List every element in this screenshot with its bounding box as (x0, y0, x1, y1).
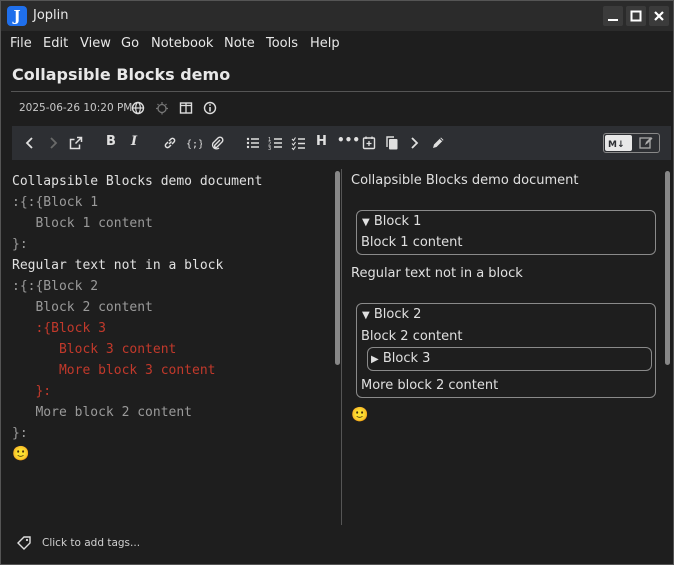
close-button[interactable] (649, 6, 669, 26)
forward-arrow-icon[interactable] (45, 135, 61, 151)
layout-toggle-icon[interactable] (179, 101, 193, 115)
editor-line: :{:{Block 2 (12, 279, 99, 294)
attachment-icon[interactable] (209, 135, 225, 151)
editor-line: Block 2 content (12, 300, 153, 315)
editor-line: Block 3 content (12, 342, 177, 357)
block-1-summary[interactable]: ▼ Block 1 (362, 214, 421, 229)
collapsible-block-2: ▼ Block 2 Block 2 content ▶ Block 3 More… (356, 303, 656, 398)
menu-bar: File Edit View Go Notebook Note Tools He… (1, 31, 673, 57)
viewer-regular-text: Regular text not in a block (351, 266, 523, 281)
collapsible-block-1: ▼ Block 1 Block 1 content (356, 210, 656, 255)
editor-emoji: 🙂 (12, 446, 30, 462)
title-divider (11, 91, 671, 92)
svg-text:{;}: {;} (186, 139, 202, 150)
menu-note[interactable]: Note (224, 36, 255, 51)
expanded-triangle-icon: ▼ (362, 217, 370, 228)
checklist-icon[interactable] (291, 135, 307, 151)
numbered-list-icon[interactable]: 123 (268, 135, 284, 151)
copy-icon[interactable] (384, 135, 400, 151)
block-2-content: Block 2 content (361, 329, 463, 344)
editor-line: }: (12, 237, 28, 252)
editor-line: Regular text not in a block (12, 258, 224, 273)
horizontal-rule-button[interactable]: ••• (337, 133, 360, 147)
globe-icon[interactable] (131, 101, 145, 115)
title-bar: J Joplin (1, 1, 673, 31)
block-3-summary-label: Block 3 (382, 351, 431, 366)
editor-line: :{Block 3 (12, 321, 106, 336)
block-3-summary[interactable]: ▶ Block 3 (371, 351, 430, 366)
code-icon[interactable]: {;} (186, 135, 202, 151)
joplin-window: J Joplin File Edit View Go Notebook Note… (0, 0, 674, 565)
menu-go[interactable]: Go (121, 36, 139, 51)
rich-text-edit-icon[interactable] (638, 135, 654, 151)
minimize-button[interactable] (603, 6, 623, 26)
svg-text:3: 3 (268, 146, 271, 151)
menu-file[interactable]: File (10, 36, 32, 51)
bulleted-list-icon[interactable] (245, 135, 261, 151)
editor-line: }: (12, 384, 52, 399)
insert-date-icon[interactable] (361, 135, 377, 151)
editor-line: :{:{Block 1 (12, 195, 99, 210)
menu-edit[interactable]: Edit (43, 36, 68, 51)
heading-button[interactable]: H (316, 134, 327, 149)
editor-line: More block 2 content (12, 405, 193, 420)
block-2-more-content: More block 2 content (361, 378, 499, 393)
editor-line: }: (12, 426, 28, 441)
window-title: Joplin (33, 8, 69, 23)
minimize-icon (608, 19, 618, 21)
markdown-editor[interactable]: Collapsible Blocks demo document :{:{Blo… (12, 163, 342, 525)
back-arrow-icon[interactable] (22, 135, 38, 151)
menu-help[interactable]: Help (310, 36, 340, 51)
viewer-scrollbar[interactable] (665, 171, 670, 365)
markdown-toggle-button[interactable]: M↓ (605, 135, 632, 151)
editor-scrollbar[interactable] (335, 171, 340, 365)
menu-tools[interactable]: Tools (266, 36, 298, 51)
block-1-content: Block 1 content (361, 235, 463, 250)
pencil-icon[interactable] (430, 135, 446, 151)
collapsed-triangle-icon: ▶ (371, 354, 379, 365)
info-icon[interactable] (203, 101, 217, 115)
add-tags-button[interactable]: Click to add tags... (42, 537, 140, 549)
pane-divider[interactable] (341, 169, 342, 525)
chevron-right-icon[interactable] (406, 135, 422, 151)
close-icon (654, 11, 664, 21)
external-edit-icon[interactable] (68, 135, 84, 151)
editor-layout-toggle[interactable]: M↓ (603, 133, 660, 153)
block-2-summary[interactable]: ▼ Block 2 (362, 307, 421, 322)
editor-line: Collapsible Blocks demo document (12, 174, 263, 189)
markdown-icon: M↓ (608, 140, 625, 150)
note-title-input[interactable]: Collapsible Blocks demo (12, 65, 230, 84)
block-2-summary-label: Block 2 (373, 307, 422, 322)
bold-button[interactable]: B (106, 134, 116, 149)
joplin-logo-icon: J (7, 6, 27, 26)
alarm-icon[interactable] (155, 101, 169, 115)
block-1-summary-label: Block 1 (373, 214, 422, 229)
svg-text:M↓: M↓ (608, 140, 625, 150)
maximize-button[interactable] (626, 6, 646, 26)
note-date[interactable]: 2025-06-26 10:20 PM (19, 102, 132, 114)
menu-view[interactable]: View (80, 36, 111, 51)
viewer-heading: Collapsible Blocks demo document (351, 173, 579, 188)
tag-icon[interactable] (16, 535, 32, 551)
maximize-icon (630, 10, 642, 22)
editor-toolbar: B I {;} 123 H ••• (12, 126, 671, 160)
editor-line: More block 3 content (12, 363, 216, 378)
expanded-triangle-icon: ▼ (362, 310, 370, 321)
editor-line: Block 1 content (12, 216, 153, 231)
link-icon[interactable] (162, 135, 178, 151)
italic-button[interactable]: I (131, 134, 137, 149)
menu-notebook[interactable]: Notebook (151, 36, 213, 51)
viewer-emoji: 🙂 (351, 407, 369, 423)
collapsible-block-3[interactable]: ▶ Block 3 (367, 347, 652, 371)
